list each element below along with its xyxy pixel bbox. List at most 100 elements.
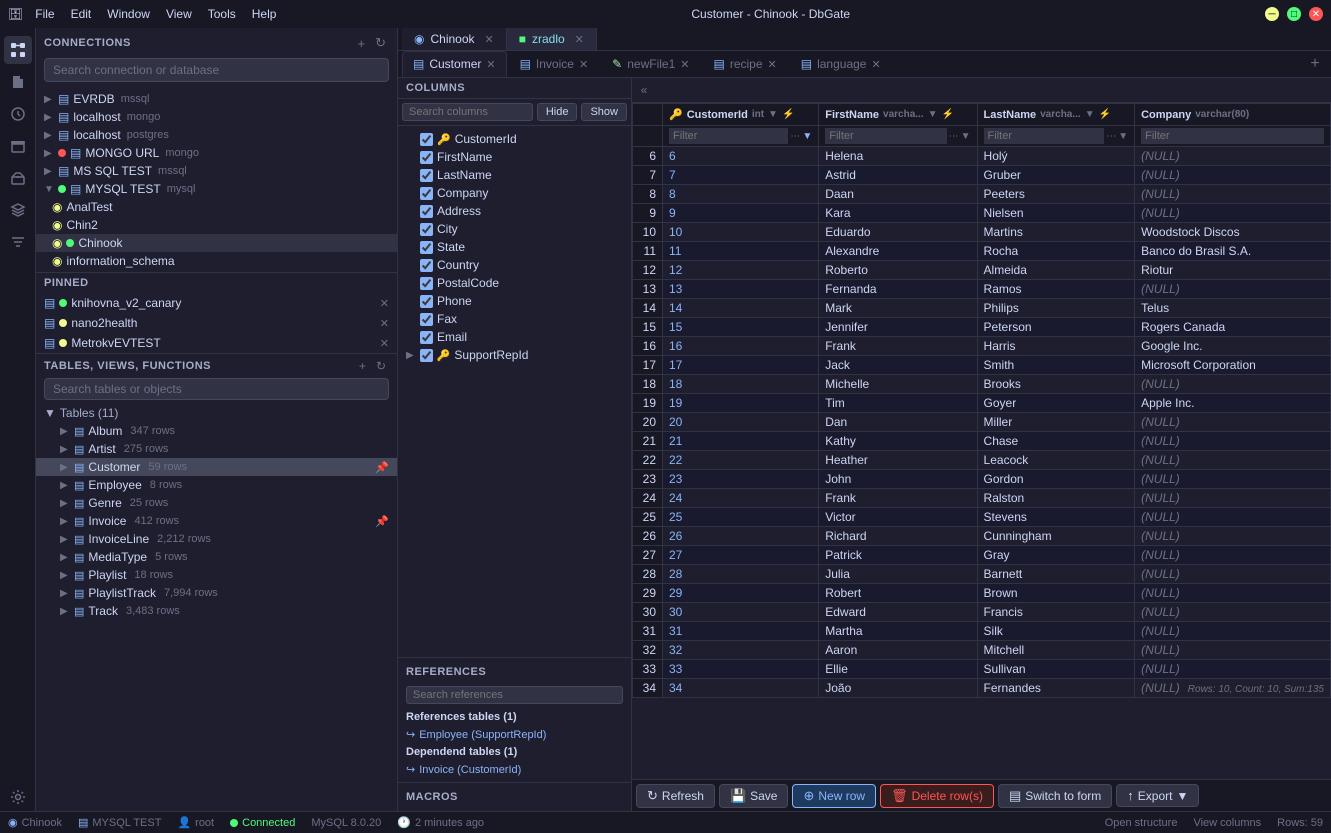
firstname-cell[interactable]: Mark (819, 299, 977, 318)
pinned-item-nano2health[interactable]: ▤ nano2health ✕ (36, 313, 397, 333)
company-cell[interactable]: (NULL) (1135, 147, 1331, 166)
tab-chinook[interactable]: ◉ Chinook ✕ (402, 28, 507, 50)
lastname-cell[interactable]: Gordon (977, 470, 1135, 489)
table-row[interactable]: 11 11 Alexandre Rocha Banco do Brasil S.… (633, 242, 1331, 261)
table-row[interactable]: 6 6 Helena Holý (NULL) (633, 147, 1331, 166)
filter-button[interactable]: ⚡ (1099, 109, 1111, 120)
tree-item-mongo-url[interactable]: ▶ ▤ MONGO URL mongo (36, 144, 397, 162)
firstname-cell[interactable]: Julia (819, 565, 977, 584)
tab-zradlo[interactable]: ■ zradlo ✕ (507, 28, 597, 50)
tree-item-chin2[interactable]: ◉ Chin2 (36, 216, 397, 234)
firstname-cell[interactable]: Patrick (819, 546, 977, 565)
table-row[interactable]: 14 14 Mark Philips Telus (633, 299, 1331, 318)
firstname-cell[interactable]: João (819, 679, 977, 698)
tree-item-mssql-test[interactable]: ▶ ▤ MS SQL TEST mssql (36, 162, 397, 180)
company-cell[interactable]: (NULL) (1135, 280, 1331, 299)
firstname-cell[interactable]: Aaron (819, 641, 977, 660)
company-cell[interactable]: (NULL) (1135, 527, 1331, 546)
firstname-cell[interactable]: John (819, 470, 977, 489)
sidebar-layers-icon[interactable] (4, 196, 32, 224)
company-cell[interactable]: Banco do Brasil S.A. (1135, 242, 1331, 261)
firstname-cell[interactable]: Helena (819, 147, 977, 166)
table-row[interactable]: 30 30 Edward Francis (NULL) (633, 603, 1331, 622)
company-cell[interactable]: (NULL) (1135, 546, 1331, 565)
hide-button[interactable]: Hide (537, 103, 578, 121)
table-row[interactable]: 17 17 Jack Smith Microsoft Corporation (633, 356, 1331, 375)
id-cell[interactable]: 33 (663, 660, 819, 679)
firstname-cell[interactable]: Martha (819, 622, 977, 641)
filter-firstname-input[interactable] (825, 128, 946, 144)
menu-window[interactable]: Window (107, 7, 150, 21)
column-checkbox[interactable] (420, 295, 433, 308)
id-cell[interactable]: 29 (663, 584, 819, 603)
grid-wrapper[interactable]: 🔑 CustomerId int ▼ ⚡ (632, 103, 1331, 779)
company-cell[interactable]: Riotur (1135, 261, 1331, 280)
filter-active-button[interactable]: ▼ (961, 131, 971, 142)
tables-group[interactable]: ▼ Tables (11) (36, 404, 397, 422)
add-connection-button[interactable]: + (355, 34, 369, 52)
lastname-cell[interactable]: Fernandes (977, 679, 1135, 698)
table-row-mediatype[interactable]: ▶ ▤ MediaType 5 rows (36, 548, 397, 566)
company-cell[interactable]: (NULL) (1135, 413, 1331, 432)
lastname-cell[interactable]: Brown (977, 584, 1135, 603)
firstname-cell[interactable]: Dan (819, 413, 977, 432)
company-cell[interactable]: (NULL) (1135, 641, 1331, 660)
id-cell[interactable]: 27 (663, 546, 819, 565)
firstname-cell[interactable]: Richard (819, 527, 977, 546)
column-checkbox[interactable] (420, 205, 433, 218)
tab-close-icon[interactable]: ✕ (768, 58, 777, 71)
table-row-artist[interactable]: ▶ ▤ Artist 275 rows (36, 440, 397, 458)
firstname-cell[interactable]: Daan (819, 185, 977, 204)
table-row[interactable]: 26 26 Richard Cunningham (NULL) (633, 527, 1331, 546)
lastname-cell[interactable]: Holý (977, 147, 1135, 166)
table-row[interactable]: 27 27 Patrick Gray (NULL) (633, 546, 1331, 565)
firstname-cell[interactable]: Jennifer (819, 318, 977, 337)
table-row[interactable]: 7 7 Astrid Gruber (NULL) (633, 166, 1331, 185)
maximize-button[interactable]: □ (1287, 7, 1301, 21)
company-cell[interactable]: (NULL) (1135, 660, 1331, 679)
save-button[interactable]: 💾 Save (719, 784, 789, 808)
lastname-cell[interactable]: Gray (977, 546, 1135, 565)
id-cell[interactable]: 9 (663, 204, 819, 223)
table-row[interactable]: 29 29 Robert Brown (NULL) (633, 584, 1331, 603)
refresh-tables-button[interactable]: ↻ (373, 358, 389, 374)
lastname-cell[interactable]: Ramos (977, 280, 1135, 299)
switch-form-button[interactable]: ▤ Switch to form (998, 784, 1112, 808)
tab-customer[interactable]: ▤ Customer ✕ (402, 51, 507, 77)
column-checkbox[interactable] (420, 151, 433, 164)
tab-close-icon[interactable]: ✕ (486, 58, 495, 71)
firstname-cell[interactable]: Alexandre (819, 242, 977, 261)
column-checkbox[interactable] (420, 277, 433, 290)
ref-item-employee[interactable]: ↪ Employee (SupportRepId) (406, 726, 623, 743)
sort-button[interactable]: ▼ (1085, 109, 1095, 120)
company-cell[interactable]: (NULL) (1135, 166, 1331, 185)
id-cell[interactable]: 13 (663, 280, 819, 299)
tree-item-evrdb[interactable]: ▶ ▤ EVRDB mssql (36, 90, 397, 108)
filter-company-input[interactable] (1141, 128, 1324, 144)
table-row[interactable]: 18 18 Michelle Brooks (NULL) (633, 375, 1331, 394)
id-cell[interactable]: 25 (663, 508, 819, 527)
column-checkbox[interactable] (420, 349, 433, 362)
filter-button[interactable]: ⚡ (942, 109, 954, 120)
firstname-cell[interactable]: Heather (819, 451, 977, 470)
table-row-invoice[interactable]: ▶ ▤ Invoice 412 rows 📌 (36, 512, 397, 530)
table-row-playlisttrack[interactable]: ▶ ▤ PlaylistTrack 7,994 rows (36, 584, 397, 602)
filter-lastname-input[interactable] (984, 128, 1105, 144)
column-checkbox[interactable] (420, 241, 433, 254)
id-cell[interactable]: 23 (663, 470, 819, 489)
tab-invoice[interactable]: ▤ Invoice ✕ (509, 51, 600, 77)
id-cell[interactable]: 7 (663, 166, 819, 185)
tree-item-info-schema[interactable]: ◉ information_schema (36, 252, 397, 270)
id-cell[interactable]: 8 (663, 185, 819, 204)
table-row[interactable]: 15 15 Jennifer Peterson Rogers Canada (633, 318, 1331, 337)
table-row[interactable]: 24 24 Frank Ralston (NULL) (633, 489, 1331, 508)
firstname-cell[interactable]: Frank (819, 489, 977, 508)
status-open-structure[interactable]: Open structure (1105, 817, 1178, 829)
firstname-cell[interactable]: Fernanda (819, 280, 977, 299)
lastname-cell[interactable]: Almeida (977, 261, 1135, 280)
column-checkbox[interactable] (420, 223, 433, 236)
table-row[interactable]: 23 23 John Gordon (NULL) (633, 470, 1331, 489)
id-cell[interactable]: 11 (663, 242, 819, 261)
lastname-cell[interactable]: Peterson (977, 318, 1135, 337)
sort-button[interactable]: ▼ (928, 109, 938, 120)
